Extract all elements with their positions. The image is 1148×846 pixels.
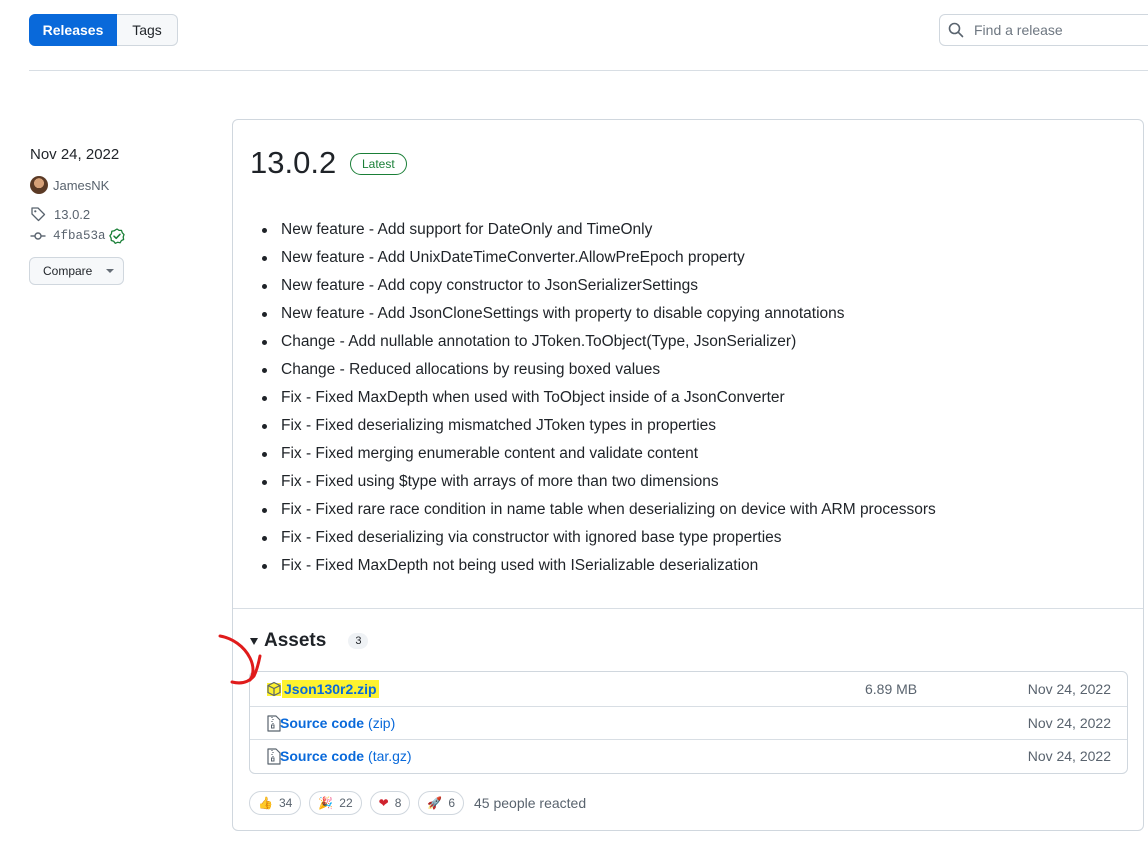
card-divider (233, 608, 1143, 609)
avatar (30, 176, 48, 194)
author-name[interactable]: JamesNK (53, 178, 109, 193)
file-zip-icon (267, 747, 281, 765)
list-item: New feature - Add support for DateOnly a… (262, 216, 936, 244)
tag-icon (31, 207, 46, 222)
commit-icon (30, 232, 46, 240)
asset-name[interactable]: Json130r2.zip (282, 680, 379, 698)
tab-tags[interactable]: Tags (117, 14, 178, 46)
list-item: Fix - Fixed MaxDepth when used with ToOb… (262, 384, 936, 412)
asset-format[interactable]: (tar.gz) (368, 748, 412, 764)
list-item: Fix - Fixed using $type with arrays of m… (262, 468, 936, 496)
asset-date: Nov 24, 2022 (1027, 748, 1111, 764)
heart-icon: ❤ (378, 796, 389, 810)
asset-date: Nov 24, 2022 (1027, 681, 1111, 697)
release-meta: Nov 24, 2022 JamesNK 13.0.2 4fba53a (30, 146, 125, 244)
commit-row[interactable]: 4fba53a (30, 228, 125, 244)
asset-size: 6.89 MB (865, 681, 918, 697)
chevron-down-icon (106, 269, 115, 273)
list-item: New feature - Add UnixDateTimeConverter.… (262, 244, 936, 272)
asset-date: Nov 24, 2022 (1027, 715, 1111, 731)
file-zip-icon (267, 714, 281, 732)
release-card: 13.0.2 Latest New feature - Add support … (232, 119, 1144, 831)
search-input[interactable] (972, 21, 1136, 39)
list-item: Fix - Fixed deserializing mismatched JTo… (262, 412, 936, 440)
latest-badge: Latest (350, 153, 407, 175)
assets-count: 3 (348, 633, 369, 649)
list-item: Fix - Fixed MaxDepth not being used with… (262, 552, 936, 580)
search-icon (948, 22, 964, 38)
annotation-arrow-icon (218, 634, 262, 685)
tag-name[interactable]: 13.0.2 (54, 207, 90, 222)
list-item: Fix - Fixed deserializing via constructo… (262, 524, 936, 552)
verified-icon (108, 228, 125, 244)
asset-name[interactable]: Source code (280, 748, 364, 764)
release-search[interactable] (939, 14, 1148, 46)
compare-label: Compare (43, 264, 93, 278)
release-tabs: Releases Tags (29, 14, 178, 46)
reaction-heart[interactable]: ❤ 8 (369, 791, 411, 815)
assets-title: Assets (264, 630, 327, 651)
list-item: Fix - Fixed merging enumerable content a… (262, 440, 936, 468)
reaction-rocket[interactable]: 🚀 6 (418, 791, 465, 815)
list-item: Change - Reduced allocations by reusing … (262, 356, 936, 384)
asset-row: Json130r2.zip 6.89 MB Nov 24, 2022 (250, 672, 1127, 706)
asset-row: Source code (zip) Nov 24, 2022 (250, 706, 1127, 740)
reaction-count: 8 (394, 796, 402, 810)
thumbs-up-icon: 👍 (258, 796, 273, 810)
asset-row: Source code (tar.gz) Nov 24, 2022 (250, 739, 1127, 773)
list-item: Change - Add nullable annotation to JTok… (262, 328, 936, 356)
asset-name[interactable]: Source code (280, 715, 364, 731)
rocket-icon: 🚀 (427, 796, 443, 810)
commit-sha[interactable]: 4fba53a (53, 229, 106, 243)
asset-link[interactable]: Source code (zip) (280, 715, 395, 731)
reactions-summary[interactable]: 45 people reacted (474, 795, 586, 811)
list-item: New feature - Add JsonCloneSettings with… (262, 300, 936, 328)
party-popper-icon: 🎉 (318, 796, 334, 810)
reaction-hooray[interactable]: 🎉 22 (309, 791, 362, 815)
asset-link[interactable]: Json130r2.zip (282, 680, 379, 698)
release-title[interactable]: 13.0.2 (250, 145, 336, 181)
reaction-count: 6 (448, 796, 456, 810)
list-item: New feature - Add copy constructor to Js… (262, 272, 936, 300)
reaction-count: 22 (339, 796, 353, 810)
tag-row[interactable]: 13.0.2 (30, 206, 125, 222)
release-notes: New feature - Add support for DateOnly a… (262, 216, 936, 580)
compare-button[interactable]: Compare (29, 257, 124, 285)
asset-format[interactable]: (zip) (368, 715, 395, 731)
asset-link[interactable]: Source code (tar.gz) (280, 748, 412, 764)
reaction-thumbs-up[interactable]: 👍 34 (249, 791, 302, 815)
assets-list: Json130r2.zip 6.89 MB Nov 24, 2022 Sourc… (249, 671, 1128, 774)
reaction-count: 34 (278, 796, 293, 810)
reactions-bar: 👍 34 🎉 22 ❤ 8 🚀 6 45 people reacted (249, 791, 586, 815)
package-icon (267, 681, 281, 697)
header-divider (29, 70, 1148, 71)
author-row[interactable]: JamesNK (30, 176, 125, 194)
tab-releases[interactable]: Releases (29, 14, 117, 46)
release-date: Nov 24, 2022 (30, 146, 120, 163)
list-item: Fix - Fixed rare race condition in name … (262, 496, 936, 524)
